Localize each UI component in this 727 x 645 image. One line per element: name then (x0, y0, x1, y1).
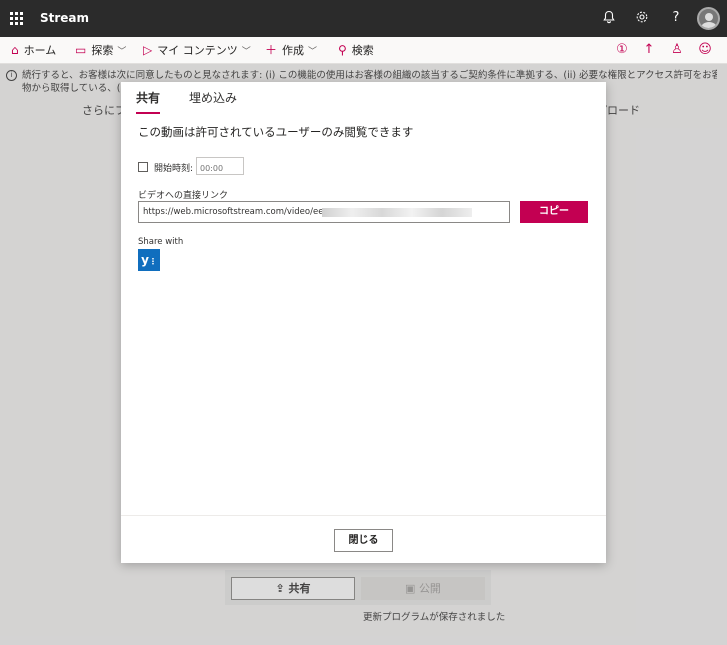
dialog-description: この動画は許可されているユーザーのみ閲覧できます (138, 125, 414, 139)
notification-count-icon[interactable]: ① (614, 42, 630, 58)
dialog-footer: 閉じる (121, 515, 606, 563)
gear-icon[interactable] (634, 10, 650, 26)
chevron-down-icon: ﹀ (241, 47, 251, 57)
nav-create[interactable]: ＋ 作成 ﹀ (265, 37, 317, 64)
start-time-label: 開始時刻: (154, 164, 194, 174)
nav-bar: ⌂ ホーム ▭ 探索 ﹀ ▷ マイ コンテンツ ﹀ ＋作成 ﹀ ⚲ 検索 ① ↑ ♙ ☺ (0, 37, 727, 64)
nav-search-label: 検索 (351, 44, 374, 57)
nav-my-content-label: マイ コンテンツ (157, 44, 238, 57)
video-link-value: https://web.microsoftstream.com/video/ee (143, 207, 324, 217)
start-time-checkbox[interactable] (138, 162, 148, 172)
home-icon: ⌂ (11, 43, 19, 57)
app-title[interactable]: Stream (40, 11, 89, 25)
smiley-icon[interactable]: ☺ (697, 42, 713, 58)
avatar[interactable] (697, 7, 720, 30)
tab-share[interactable]: 共有 (136, 90, 161, 114)
video-link-field[interactable]: https://web.microsoftstream.com/video/ee (138, 201, 510, 223)
video-icon: ▷ (143, 43, 153, 57)
nav-search[interactable]: ⚲ 検索 (338, 37, 374, 64)
redacted-link-portion (322, 208, 472, 217)
nav-create-label: 作成 (282, 44, 305, 57)
link-label: ビデオへの直接リンク (138, 191, 229, 201)
search-icon: ⚲ (338, 43, 347, 57)
share-dialog: 共有 埋め込み この動画は許可されているユーザーのみ閲覧できます 開始時刻: ビ… (121, 82, 606, 563)
plus-icon: ＋ (265, 43, 278, 57)
nav-my-content[interactable]: ▷ マイ コンテンツ ﹀ (143, 37, 251, 64)
share-with-label: Share with (138, 237, 184, 247)
person-icon[interactable]: ♙ (669, 42, 685, 58)
bell-icon[interactable] (601, 10, 617, 26)
yammer-share-button[interactable]: y⋮ (138, 249, 160, 271)
chevron-down-icon: ﹀ (308, 47, 318, 57)
chevron-down-icon: ﹀ (117, 47, 127, 57)
close-button[interactable]: 閉じる (334, 529, 393, 552)
copy-button[interactable]: コピー (520, 201, 588, 223)
yammer-icon: y (141, 253, 149, 267)
top-bar: Stream ? (0, 0, 727, 37)
nav-home[interactable]: ⌂ ホーム (11, 37, 56, 64)
start-time-input[interactable] (196, 157, 244, 175)
help-icon[interactable]: ? (668, 10, 684, 26)
nav-explore-label: 探索 (91, 44, 114, 57)
nav-home-label: ホーム (23, 44, 57, 57)
nav-explore[interactable]: ▭ 探索 ﹀ (75, 37, 126, 64)
tab-embed[interactable]: 埋め込み (189, 90, 237, 114)
explore-icon: ▭ (75, 43, 87, 57)
app-launcher-icon[interactable] (10, 12, 23, 25)
upload-icon[interactable]: ↑ (641, 42, 657, 58)
